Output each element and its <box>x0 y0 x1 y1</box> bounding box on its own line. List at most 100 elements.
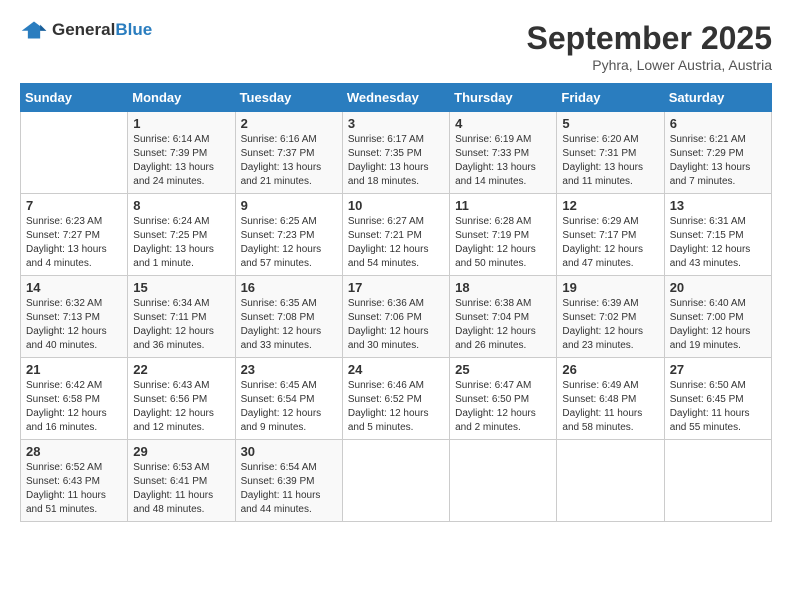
day-info: Sunrise: 6:50 AMSunset: 6:45 PMDaylight:… <box>670 379 766 435</box>
week-row-3: 14 Sunrise: 6:32 AMSunset: 7:13 PMDayligh… <box>21 276 772 358</box>
day-info: Sunrise: 6:32 AMSunset: 7:13 PMDaylight:… <box>26 297 122 353</box>
day-info: Sunrise: 6:34 AMSunset: 7:11 PMDaylight:… <box>133 297 229 353</box>
day-number: 26 <box>562 362 658 377</box>
calendar-cell: 7 Sunrise: 6:23 AMSunset: 7:27 PMDaylight… <box>21 194 128 276</box>
calendar-cell: 11Sunrise: 6:28 AMSunset: 7:19 PMDayligh… <box>450 194 557 276</box>
calendar-cell: 21 Sunrise: 6:42 AMSunset: 6:58 PMDayligh… <box>21 358 128 440</box>
calendar-cell: 25 Sunrise: 6:47 AMSunset: 6:50 PMDayligh… <box>450 358 557 440</box>
day-info: Sunrise: 6:38 AMSunset: 7:04 PMDaylight:… <box>455 297 551 353</box>
weekday-header-thursday: Thursday <box>450 84 557 112</box>
day-number: 14 <box>26 280 122 295</box>
day-number: 21 <box>26 362 122 377</box>
calendar-cell: 9 Sunrise: 6:25 AMSunset: 7:23 PMDaylight… <box>235 194 342 276</box>
day-number: 17 <box>348 280 444 295</box>
day-number: 29 <box>133 444 229 459</box>
week-row-4: 21 Sunrise: 6:42 AMSunset: 6:58 PMDayligh… <box>21 358 772 440</box>
day-info: Sunrise: 6:45 AMSunset: 6:54 PMDaylight:… <box>241 379 337 435</box>
day-number: 12 <box>562 198 658 213</box>
day-info: Sunrise: 6:27 AMSunset: 7:21 PMDaylight:… <box>348 215 444 271</box>
day-number: 13 <box>670 198 766 213</box>
calendar-cell: 26 Sunrise: 6:49 AMSunset: 6:48 PMDayligh… <box>557 358 664 440</box>
calendar-cell: 1Sunrise: 6:14 AMSunset: 7:39 PMDaylight… <box>128 112 235 194</box>
calendar-cell <box>450 440 557 522</box>
day-number: 9 <box>241 198 337 213</box>
day-number: 6 <box>670 116 766 131</box>
weekday-header-saturday: Saturday <box>664 84 771 112</box>
day-info: Sunrise: 6:25 AMSunset: 7:23 PMDaylight:… <box>241 215 337 271</box>
day-number: 16 <box>241 280 337 295</box>
calendar-cell: 19 Sunrise: 6:39 AMSunset: 7:02 PMDayligh… <box>557 276 664 358</box>
day-number: 7 <box>26 198 122 213</box>
day-info: Sunrise: 6:24 AMSunset: 7:25 PMDaylight:… <box>133 215 229 271</box>
day-number: 22 <box>133 362 229 377</box>
week-row-1: 1Sunrise: 6:14 AMSunset: 7:39 PMDaylight… <box>21 112 772 194</box>
day-info: Sunrise: 6:43 AMSunset: 6:56 PMDaylight:… <box>133 379 229 435</box>
weekday-header-friday: Friday <box>557 84 664 112</box>
calendar-cell: 12 Sunrise: 6:29 AMSunset: 7:17 PMDayligh… <box>557 194 664 276</box>
day-number: 3 <box>348 116 444 131</box>
day-number: 19 <box>562 280 658 295</box>
day-number: 30 <box>241 444 337 459</box>
day-number: 4 <box>455 116 551 131</box>
calendar-cell: 15Sunrise: 6:34 AMSunset: 7:11 PMDayligh… <box>128 276 235 358</box>
calendar-cell: 14 Sunrise: 6:32 AMSunset: 7:13 PMDayligh… <box>21 276 128 358</box>
day-info: Sunrise: 6:28 AMSunset: 7:19 PMDaylight:… <box>455 215 551 271</box>
location-subtitle: Pyhra, Lower Austria, Austria <box>527 57 772 73</box>
day-info: Sunrise: 6:36 AMSunset: 7:06 PMDaylight:… <box>348 297 444 353</box>
weekday-header-monday: Monday <box>128 84 235 112</box>
calendar-cell: 30 Sunrise: 6:54 AMSunset: 6:39 PMDayligh… <box>235 440 342 522</box>
calendar-cell: 2 Sunrise: 6:16 AMSunset: 7:37 PMDaylight… <box>235 112 342 194</box>
day-number: 20 <box>670 280 766 295</box>
day-info: Sunrise: 6:49 AMSunset: 6:48 PMDaylight:… <box>562 379 658 435</box>
day-info: Sunrise: 6:21 AMSunset: 7:29 PMDaylight:… <box>670 133 766 189</box>
day-number: 18 <box>455 280 551 295</box>
calendar-cell <box>664 440 771 522</box>
day-info: Sunrise: 6:39 AMSunset: 7:02 PMDaylight:… <box>562 297 658 353</box>
generalblue-logo-icon <box>20 20 48 40</box>
calendar-cell: 6 Sunrise: 6:21 AMSunset: 7:29 PMDaylight… <box>664 112 771 194</box>
weekday-header-row: SundayMondayTuesdayWednesdayThursdayFrid… <box>21 84 772 112</box>
day-info: Sunrise: 6:40 AMSunset: 7:00 PMDaylight:… <box>670 297 766 353</box>
month-title: September 2025 <box>527 20 772 57</box>
calendar-table: SundayMondayTuesdayWednesdayThursdayFrid… <box>20 83 772 522</box>
day-info: Sunrise: 6:54 AMSunset: 6:39 PMDaylight:… <box>241 461 337 517</box>
weekday-header-tuesday: Tuesday <box>235 84 342 112</box>
logo-blue: Blue <box>115 20 152 39</box>
weekday-header-sunday: Sunday <box>21 84 128 112</box>
calendar-cell: 3 Sunrise: 6:17 AMSunset: 7:35 PMDaylight… <box>342 112 449 194</box>
title-block: September 2025 Pyhra, Lower Austria, Aus… <box>527 20 772 73</box>
calendar-cell: 23 Sunrise: 6:45 AMSunset: 6:54 PMDayligh… <box>235 358 342 440</box>
calendar-cell: 28Sunrise: 6:52 AMSunset: 6:43 PMDayligh… <box>21 440 128 522</box>
day-info: Sunrise: 6:16 AMSunset: 7:37 PMDaylight:… <box>241 133 337 189</box>
day-info: Sunrise: 6:17 AMSunset: 7:35 PMDaylight:… <box>348 133 444 189</box>
calendar-cell: 27Sunrise: 6:50 AMSunset: 6:45 PMDayligh… <box>664 358 771 440</box>
day-info: Sunrise: 6:35 AMSunset: 7:08 PMDaylight:… <box>241 297 337 353</box>
day-info: Sunrise: 6:47 AMSunset: 6:50 PMDaylight:… <box>455 379 551 435</box>
day-info: Sunrise: 6:29 AMSunset: 7:17 PMDaylight:… <box>562 215 658 271</box>
day-number: 25 <box>455 362 551 377</box>
day-info: Sunrise: 6:23 AMSunset: 7:27 PMDaylight:… <box>26 215 122 271</box>
day-info: Sunrise: 6:19 AMSunset: 7:33 PMDaylight:… <box>455 133 551 189</box>
day-info: Sunrise: 6:20 AMSunset: 7:31 PMDaylight:… <box>562 133 658 189</box>
day-number: 1 <box>133 116 229 131</box>
day-info: Sunrise: 6:42 AMSunset: 6:58 PMDaylight:… <box>26 379 122 435</box>
calendar-cell: 22 Sunrise: 6:43 AMSunset: 6:56 PMDayligh… <box>128 358 235 440</box>
page-header: GeneralBlue September 2025 Pyhra, Lower … <box>20 20 772 73</box>
calendar-cell: 4 Sunrise: 6:19 AMSunset: 7:33 PMDaylight… <box>450 112 557 194</box>
day-info: Sunrise: 6:53 AMSunset: 6:41 PMDaylight:… <box>133 461 229 517</box>
calendar-cell: 5 Sunrise: 6:20 AMSunset: 7:31 PMDaylight… <box>557 112 664 194</box>
calendar-cell: 18 Sunrise: 6:38 AMSunset: 7:04 PMDayligh… <box>450 276 557 358</box>
weekday-header-wednesday: Wednesday <box>342 84 449 112</box>
day-number: 2 <box>241 116 337 131</box>
day-number: 5 <box>562 116 658 131</box>
week-row-5: 28Sunrise: 6:52 AMSunset: 6:43 PMDayligh… <box>21 440 772 522</box>
day-info: Sunrise: 6:46 AMSunset: 6:52 PMDaylight:… <box>348 379 444 435</box>
logo-general: General <box>52 20 115 39</box>
calendar-cell: 20 Sunrise: 6:40 AMSunset: 7:00 PMDayligh… <box>664 276 771 358</box>
day-number: 28 <box>26 444 122 459</box>
calendar-cell: 10Sunrise: 6:27 AMSunset: 7:21 PMDayligh… <box>342 194 449 276</box>
calendar-cell <box>21 112 128 194</box>
week-row-2: 7 Sunrise: 6:23 AMSunset: 7:27 PMDaylight… <box>21 194 772 276</box>
day-number: 23 <box>241 362 337 377</box>
calendar-cell <box>342 440 449 522</box>
